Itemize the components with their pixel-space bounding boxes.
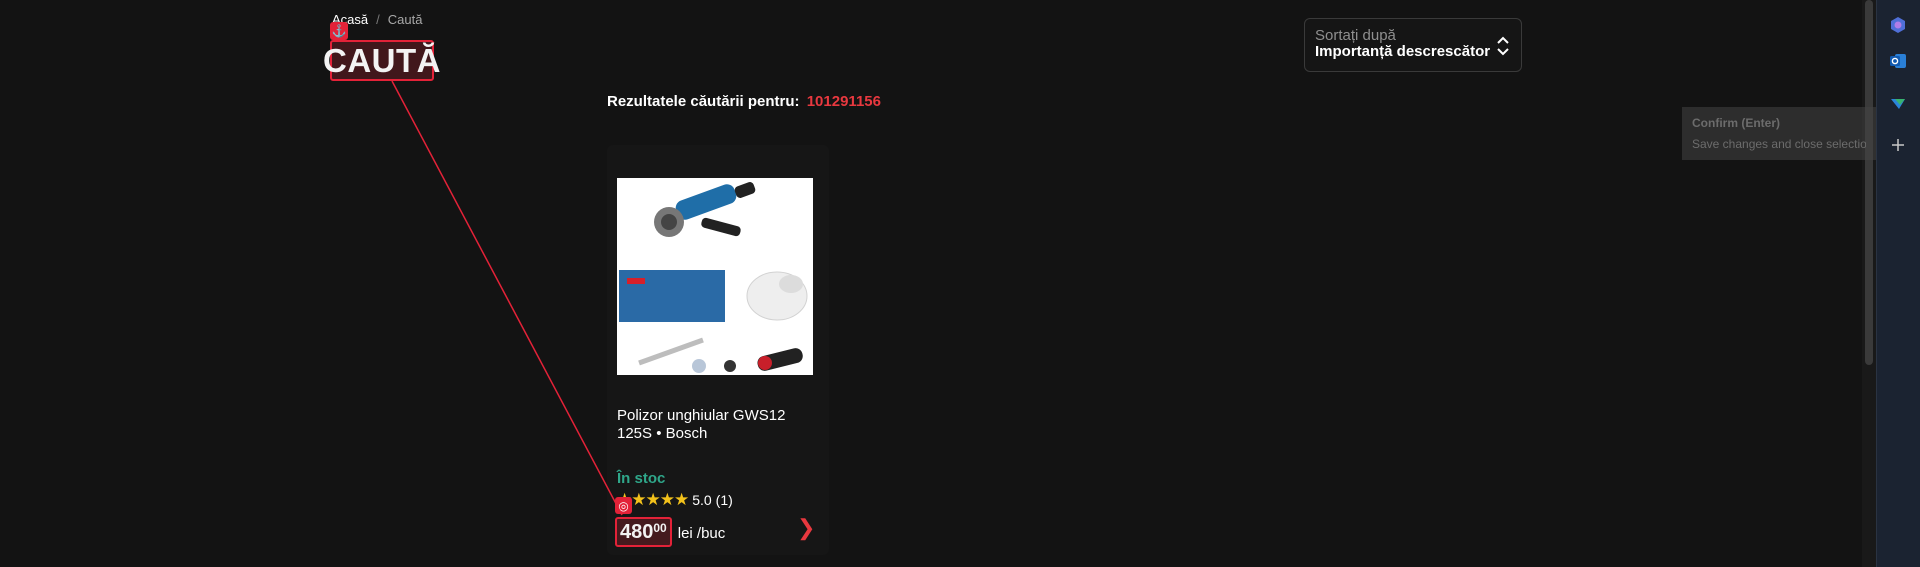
price-decimals: 00: [653, 521, 667, 535]
price-unit: lei /buc: [677, 525, 726, 542]
sort-value: Importanță descrescător: [1315, 43, 1491, 60]
price-highlight: 480 00: [615, 517, 672, 547]
breadcrumb-separator: /: [376, 12, 380, 27]
page: Acasă / Caută CAUTĂ ⚓ Sortați după Impor…: [0, 0, 1920, 567]
right-sidebar: [1876, 0, 1920, 567]
product-price: 480 00 lei /buc: [615, 517, 725, 547]
breadcrumb-current: Caută: [387, 12, 423, 27]
rating-count: (1): [715, 492, 733, 508]
chevron-updown-icon: [1497, 36, 1509, 56]
add-icon[interactable]: [1885, 132, 1911, 158]
results-query: 101291156: [806, 93, 881, 110]
product-name[interactable]: Polizor unghiular GWS12 125S • Bosch: [617, 407, 807, 443]
outlook-icon[interactable]: [1885, 48, 1911, 74]
anchor-icon: ⚓: [330, 22, 348, 40]
results-prefix: Rezultatele căutării pentru:: [607, 93, 800, 110]
tooltip-description: Save changes and close selection wizard: [1692, 137, 1866, 151]
copilot-icon[interactable]: [1885, 12, 1911, 38]
product-rating: ★★★★★ 5.0 (1): [617, 490, 733, 510]
product-image[interactable]: [617, 178, 813, 375]
price-integer: 480: [620, 521, 654, 543]
target-icon: ◎: [615, 497, 632, 514]
sort-label: Sortați după: [1315, 27, 1396, 44]
stock-status: În stoc: [617, 470, 666, 487]
sort-select[interactable]: Sortați după Importanță descrescător: [1304, 18, 1522, 72]
results-heading: Rezultatele căutării pentru: 101291156: [607, 93, 881, 110]
rating-value: 5.0: [692, 492, 712, 508]
scrollbar-thumb[interactable]: [1865, 0, 1873, 365]
confirm-tooltip: Confirm (Enter) Save changes and close s…: [1682, 107, 1876, 160]
page-title: CAUTĂ: [323, 40, 441, 81]
tooltip-title: Confirm (Enter): [1692, 116, 1780, 130]
send-icon[interactable]: [1885, 90, 1911, 116]
chevron-right-icon[interactable]: ❯: [797, 515, 815, 541]
annotation-connector: [391, 80, 623, 516]
product-card[interactable]: Polizor unghiular GWS12 125S • Bosch În …: [607, 145, 829, 555]
